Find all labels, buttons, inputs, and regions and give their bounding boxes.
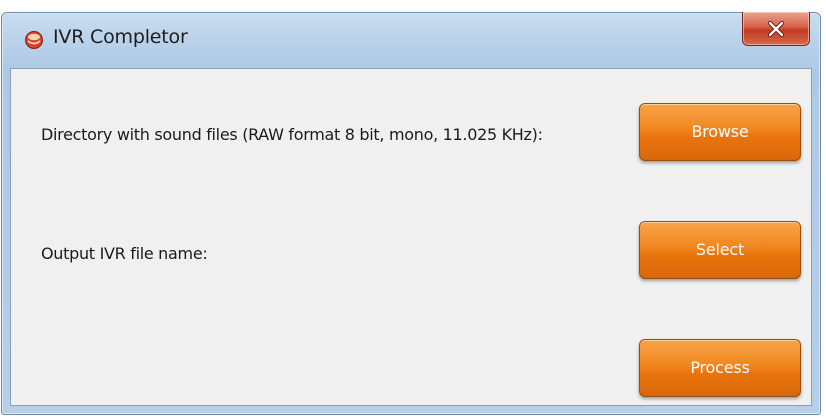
directory-label: Directory with sound files (RAW format 8… [41, 125, 543, 144]
app-window: IVR Completor Directory with sound files… [1, 12, 821, 415]
close-button[interactable] [742, 12, 810, 46]
process-button[interactable]: Process [639, 339, 801, 397]
app-logo-icon [24, 29, 44, 49]
close-icon [767, 20, 785, 37]
browse-button[interactable]: Browse [639, 103, 801, 161]
select-button[interactable]: Select [639, 221, 801, 279]
title-bar[interactable]: IVR Completor [2, 12, 820, 67]
client-area: Directory with sound files (RAW format 8… [10, 68, 812, 406]
output-file-label: Output IVR file name: [41, 244, 208, 263]
window-title: IVR Completor [53, 26, 188, 48]
